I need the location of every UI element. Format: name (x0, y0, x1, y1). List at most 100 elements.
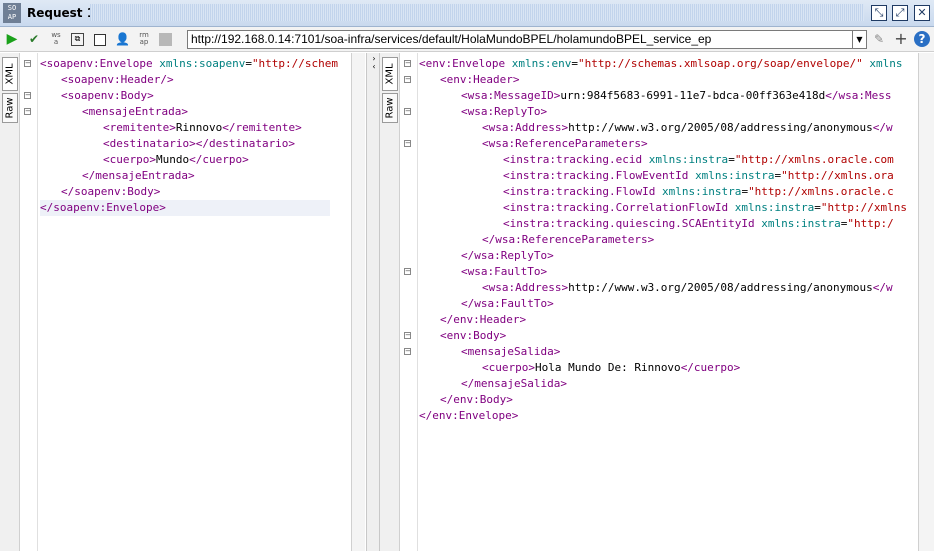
collapse-icon[interactable]: − (24, 92, 31, 99)
request-scrollbar[interactable] (351, 53, 365, 551)
collapse-icon[interactable]: − (404, 76, 411, 83)
xml-line[interactable]: <env:Body> (419, 328, 506, 344)
xml-line[interactable]: </env:Envelope> (419, 408, 518, 424)
xml-tag: </cuerpo> (680, 361, 741, 374)
xml-line[interactable]: <wsa:MessageID>urn:984f5683-6991-11e7-bd… (419, 88, 891, 104)
plus-icon[interactable]: + (894, 31, 908, 47)
xml-tag: </mensajeSalida> (461, 377, 567, 390)
xml-txt: = (245, 57, 252, 70)
pin-icon[interactable]: ✎ (872, 32, 886, 46)
splitter-arrows-icon[interactable]: › ‹ (368, 55, 380, 71)
tab-xml[interactable]: XML (382, 57, 398, 91)
xml-tag: </soapenv:Body> (61, 185, 161, 198)
xml-txt: http://www.w3.org/2005/08/addressing/ano… (568, 121, 873, 134)
request-xml-editor[interactable]: <soapenv:Envelope xmlns:soapenv="http://… (40, 53, 350, 551)
xml-attr: xmlns:instra (734, 201, 815, 214)
tab-raw[interactable]: Raw (2, 93, 18, 123)
xml-txt: Rinnovo (175, 121, 223, 134)
xml-txt: = (814, 201, 821, 214)
xml-line[interactable]: <mensajeEntrada> (40, 104, 188, 120)
xml-line[interactable]: <wsa:ReplyTo> (419, 104, 547, 120)
xml-line[interactable]: <mensajeSalida> (419, 344, 560, 360)
pane-splitter[interactable]: › ‹ (366, 53, 380, 551)
xml-line[interactable]: <remitente>Rinnovo</remitente> (40, 120, 302, 136)
xml-tag: <mensajeEntrada> (82, 105, 188, 118)
xml-line[interactable]: <instra:tracking.ecid xmlns:instra="http… (419, 152, 894, 168)
frame-icon[interactable]: ⧉ (71, 33, 84, 46)
xml-tag: <instra:tracking.CorrelationFlowId (503, 201, 735, 214)
collapse-icon[interactable]: − (404, 348, 411, 355)
xml-line[interactable]: </wsa:ReferenceParameters> (419, 232, 654, 248)
checkbox-icon[interactable] (94, 34, 106, 46)
xml-line[interactable]: <soapenv:Envelope xmlns:soapenv="http://… (40, 56, 338, 72)
check-icon[interactable]: ✔ (27, 32, 41, 46)
restore-icon[interactable]: ⤡ (871, 5, 887, 21)
collapse-icon[interactable]: − (404, 332, 411, 339)
xml-line[interactable]: <env:Header> (419, 72, 519, 88)
response-scrollbar[interactable] (918, 53, 934, 551)
xml-tag: <remitente> (103, 121, 176, 134)
xml-line[interactable]: </soapenv:Body> (40, 184, 160, 200)
close-icon[interactable]: ✕ (914, 5, 930, 21)
xml-line[interactable]: <cuerpo>Hola Mundo De: Rinnovo</cuerpo> (419, 360, 740, 376)
collapse-icon[interactable]: − (404, 268, 411, 275)
xml-line[interactable]: <wsa:ReferenceParameters> (419, 136, 648, 152)
xml-line[interactable]: </mensajeEntrada> (40, 168, 195, 184)
chevron-down-icon[interactable]: ▼ (852, 30, 867, 49)
collapse-icon[interactable]: − (404, 108, 411, 115)
title-bar: SO AP Request 1 ⤡ ⤢ ✕ (0, 0, 934, 27)
xml-line[interactable]: </wsa:FaultTo> (419, 296, 554, 312)
xml-attr: xmlns:env (511, 57, 572, 70)
request-toolbar: ▶ ✔ ws a ⧉ 👤 rm ap http://192.168.0.14:710… (0, 27, 934, 52)
response-xml-editor[interactable]: <env:Envelope xmlns:env="http://schemas.… (419, 53, 916, 551)
xml-line[interactable]: <wsa:Address>http://www.w3.org/2005/08/a… (419, 120, 893, 136)
xml-line[interactable]: <instra:tracking.FlowId xmlns:instra="ht… (419, 184, 894, 200)
xml-tag: <cuerpo> (103, 153, 156, 166)
play-icon[interactable]: ▶ (5, 32, 19, 46)
tab-xml[interactable]: XML (2, 57, 18, 91)
xml-tag: </wsa:Mess (825, 89, 892, 102)
response-view-tabs: XML Raw (380, 53, 400, 551)
window-title: Request 1 (27, 6, 96, 20)
collapse-icon[interactable]: − (24, 60, 31, 67)
collapse-icon[interactable]: − (404, 140, 411, 147)
user-icon[interactable]: 👤 (115, 32, 130, 46)
xml-val: "http://xmlns (820, 201, 907, 214)
help-icon[interactable]: ? (914, 31, 930, 47)
xml-line[interactable]: <wsa:Address>http://www.w3.org/2005/08/a… (419, 280, 893, 296)
xml-tag: <env:Body> (440, 329, 507, 342)
xml-line[interactable]: <wsa:FaultTo> (419, 264, 547, 280)
collapse-icon[interactable]: − (404, 60, 411, 67)
xml-line[interactable]: <destinatario></destinatario> (40, 136, 295, 152)
xml-line[interactable]: <soapenv:Header/> (40, 72, 174, 88)
xml-tag: <instra:tracking.FlowId (503, 185, 662, 198)
xml-tag: <cuerpo> (482, 361, 535, 374)
xml-txt: Mundo (155, 153, 190, 166)
response-pane: XML Raw − − − − − − − <env:Envelope xmlns:env=… (380, 53, 934, 551)
wsa-icon[interactable]: ws a (49, 32, 63, 46)
xml-line[interactable]: <instra:tracking.CorrelationFlowId xmlns… (419, 200, 907, 216)
tab-raw[interactable]: Raw (382, 93, 398, 123)
xml-line[interactable]: <env:Envelope xmlns:env="http://schemas.… (419, 56, 902, 72)
xml-tag: </wsa:ReferenceParameters> (482, 233, 655, 246)
xml-line[interactable]: <cuerpo>Mundo</cuerpo> (40, 152, 249, 168)
xml-line[interactable]: </soapenv:Envelope> (40, 200, 330, 216)
xml-line[interactable]: <soapenv:Body> (40, 88, 154, 104)
wsrm-icon[interactable]: rm ap (137, 32, 151, 46)
xml-line[interactable]: </env:Body> (419, 392, 513, 408)
stop-icon[interactable] (159, 33, 172, 46)
xml-tag: <wsa:ReplyTo> (461, 105, 548, 118)
xml-attr: xmlns:instra (761, 217, 841, 230)
xml-line[interactable]: <instra:tracking.FlowEventId xmlns:instr… (419, 168, 894, 184)
xml-tag: <wsa:ReferenceParameters> (482, 137, 648, 150)
endpoint-url-input[interactable]: http://192.168.0.14:7101/soa-infra/servi… (187, 30, 867, 49)
xml-tag: </w (872, 121, 893, 134)
collapse-icon[interactable]: − (24, 108, 31, 115)
xml-line[interactable]: <instra:tracking.quiescing.SCAEntityId x… (419, 216, 894, 232)
xml-attr: xmlns:instra (695, 169, 775, 182)
xml-line[interactable]: </env:Header> (419, 312, 526, 328)
maximize-icon[interactable]: ⤢ (892, 5, 908, 21)
xml-val: "http://xmlns.oracle.c (748, 185, 894, 198)
xml-line[interactable]: </wsa:ReplyTo> (419, 248, 554, 264)
xml-line[interactable]: </mensajeSalida> (419, 376, 567, 392)
